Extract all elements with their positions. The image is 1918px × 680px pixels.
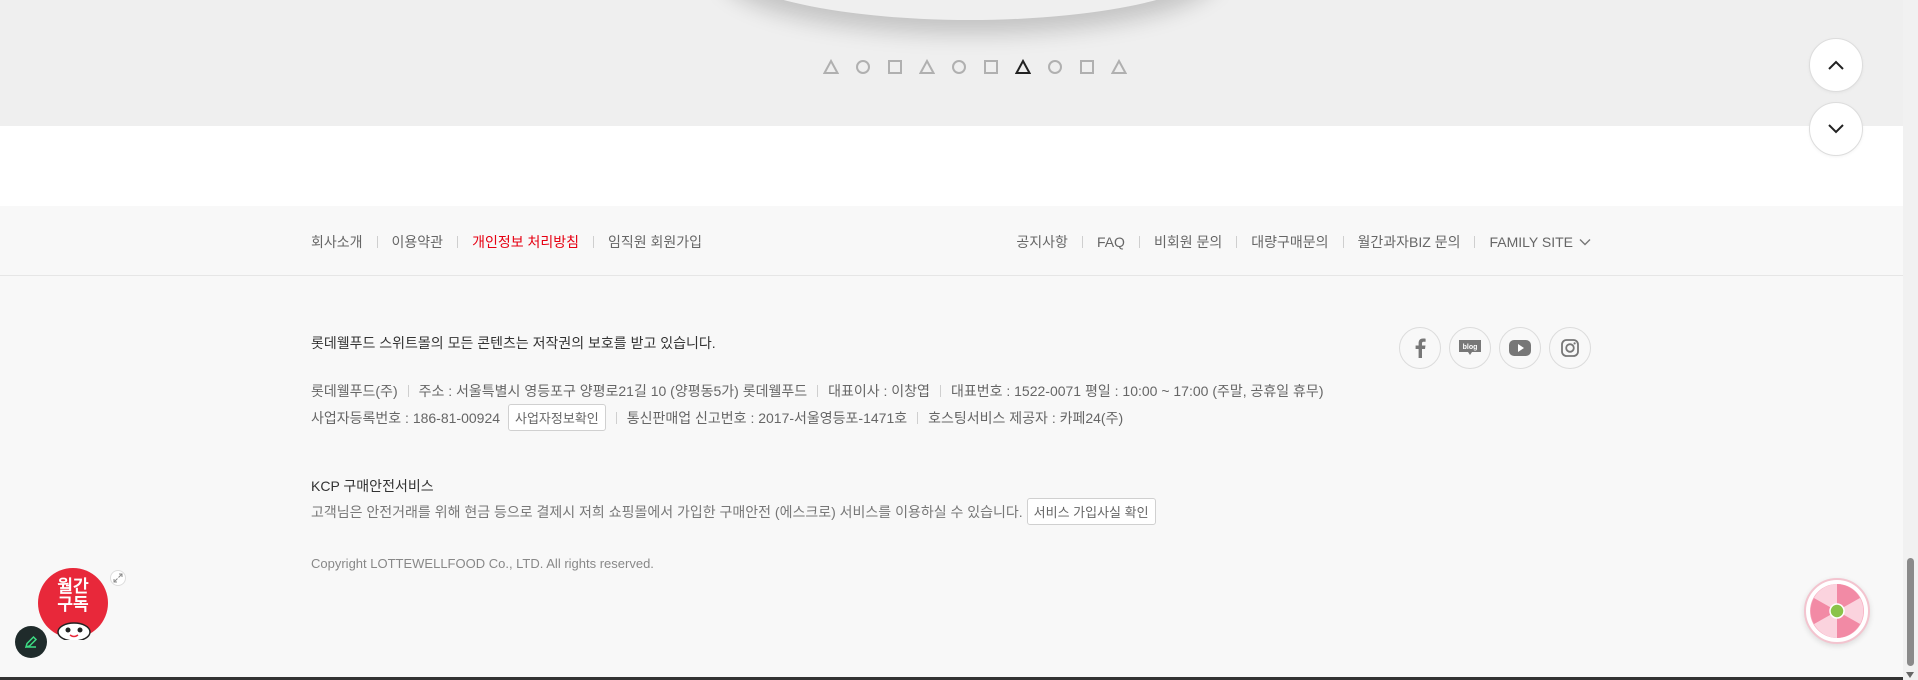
carousel-card-edge <box>720 0 1220 20</box>
roulette-icon <box>1810 584 1864 638</box>
divider <box>457 236 459 248</box>
footer-nav: 회사소개 이용약관 개인정보 처리방침 임직원 회원가입 공지사항 FAQ 비회… <box>0 206 1903 276</box>
expand-icon <box>113 573 123 583</box>
instagram-button[interactable] <box>1549 327 1591 369</box>
nav-employee-signup[interactable]: 임직원 회원가입 <box>608 232 702 252</box>
nav-faq[interactable]: FAQ <box>1097 234 1125 250</box>
carousel-pager <box>823 59 1127 75</box>
promo-line-1: 월간 <box>57 577 89 596</box>
chevron-up-icon <box>1828 60 1844 70</box>
scroll-down-arrow-icon[interactable] <box>1906 672 1914 678</box>
facebook-icon <box>1415 338 1426 358</box>
business-info-check-button[interactable]: 사업자정보확인 <box>508 404 606 431</box>
promo-expand-button[interactable] <box>110 570 126 586</box>
chevron-down-icon <box>1579 239 1591 246</box>
lucky-wheel-floating-button[interactable] <box>1804 578 1870 644</box>
nav-biz-inquiry[interactable]: 월간과자BIZ 문의 <box>1358 232 1461 252</box>
circle-icon <box>856 60 870 74</box>
footer-nav-right: 공지사항 FAQ 비회원 문의 대량구매문의 월간과자BIZ 문의 FAMILY… <box>1016 232 1591 252</box>
divider <box>1342 236 1344 248</box>
pager-dot-triangle[interactable] <box>1111 59 1127 75</box>
footer-nav-left: 회사소개 이용약관 개인정보 처리방침 임직원 회원가입 <box>311 232 702 252</box>
company-name: 롯데웰푸드(주) <box>311 383 398 399</box>
triangle-icon <box>919 59 935 74</box>
edit-floating-button[interactable] <box>15 626 47 658</box>
blog-icon: blog <box>1459 340 1481 355</box>
nav-bulk-order[interactable]: 대량구매문의 <box>1251 232 1328 252</box>
kcp-desc-text: 고객님은 안전거래를 위해 현금 등으로 결제시 저희 쇼핑몰에서 가입한 구매… <box>311 503 1023 520</box>
pager-dot-triangle[interactable] <box>1015 59 1031 75</box>
company-address: 주소 : 서울특별시 영등포구 양평로21길 10 (양평동5가) 롯데웰푸드 <box>418 383 808 399</box>
pager-dot-circle[interactable] <box>855 59 871 75</box>
company-phone: 대표번호 : 1522-0071 평일 : 10:00 ~ 17:00 (주말,… <box>950 383 1324 399</box>
divider <box>376 236 378 248</box>
pager-dot-triangle[interactable] <box>823 59 839 75</box>
triangle-icon <box>823 59 839 74</box>
business-reg-number: 사업자등록번호 : 186-81-00924 <box>311 409 501 426</box>
square-icon <box>888 60 902 74</box>
company-ceo: 대표이사 : 이창엽 <box>828 383 930 399</box>
pencil-icon <box>24 635 38 649</box>
page-scrollbar[interactable] <box>1903 0 1918 680</box>
divider <box>917 411 919 424</box>
instagram-icon <box>1561 339 1579 357</box>
divider <box>1474 236 1476 248</box>
monthly-subscription-floating-button[interactable]: 월간 구독 <box>38 568 108 640</box>
circle-icon <box>952 60 966 74</box>
divider <box>1081 236 1083 248</box>
nav-notice[interactable]: 공지사항 <box>1016 232 1068 252</box>
ecommerce-reg-number: 통신판매업 신고번호 : 2017-서울영등포-1471호 <box>626 409 908 426</box>
hosting-provider: 호스팅서비스 제공자 : 카페24(주) <box>928 409 1124 426</box>
pager-dot-triangle[interactable] <box>919 59 935 75</box>
divider <box>593 236 594 248</box>
divider <box>939 385 941 397</box>
pager-dot-square[interactable] <box>983 59 999 75</box>
svg-text:blog: blog <box>1463 344 1478 351</box>
triangle-icon <box>1111 59 1127 74</box>
youtube-button[interactable] <box>1499 327 1541 369</box>
square-icon <box>1080 60 1094 74</box>
social-links: blog <box>1399 327 1591 369</box>
company-info-line-2: 사업자등록번호 : 186-81-00924 사업자정보확인 통신판매업 신고번… <box>311 404 1123 431</box>
chevron-down-icon <box>1828 124 1844 134</box>
promo-line-2: 구독 <box>57 595 89 614</box>
nav-privacy-policy[interactable]: 개인정보 처리방침 <box>472 232 579 252</box>
spacer-band <box>0 126 1903 206</box>
divider <box>817 385 819 397</box>
square-icon <box>984 60 998 74</box>
kcp-service-check-button[interactable]: 서비스 가입사실 확인 <box>1026 498 1156 525</box>
circle-icon <box>1048 60 1062 74</box>
divider <box>407 385 409 397</box>
content-copyright-notice: 롯데웰푸드 스위트몰의 모든 콘텐츠는 저작권의 보호를 받고 있습니다. <box>311 335 716 351</box>
mascot-icon <box>57 622 91 640</box>
kcp-title: KCP 구매안전서비스 <box>311 478 434 494</box>
divider <box>1138 236 1140 248</box>
pager-dot-circle[interactable] <box>1047 59 1063 75</box>
pager-dot-square[interactable] <box>887 59 903 75</box>
triangle-icon <box>1015 59 1031 74</box>
pager-dot-square[interactable] <box>1079 59 1095 75</box>
facebook-button[interactable] <box>1399 327 1441 369</box>
blog-button[interactable]: blog <box>1449 327 1491 369</box>
carousel-area <box>0 0 1903 126</box>
scrollbar-thumb[interactable] <box>1907 558 1914 666</box>
promo-label: 월간 구독 <box>38 578 108 614</box>
nav-guest-inquiry[interactable]: 비회원 문의 <box>1154 232 1222 252</box>
kcp-description: 고객님은 안전거래를 위해 현금 등으로 결제시 저희 쇼핑몰에서 가입한 구매… <box>311 498 1156 525</box>
nav-company-intro[interactable]: 회사소개 <box>311 232 363 252</box>
scroll-bottom-button[interactable] <box>1809 102 1863 156</box>
youtube-icon <box>1509 340 1531 356</box>
divider <box>615 411 617 424</box>
divider <box>1236 236 1238 248</box>
family-site-dropdown[interactable]: FAMILY SITE <box>1489 234 1591 250</box>
company-info-line-1: 롯데웰푸드(주) 주소 : 서울특별시 영등포구 양평로21길 10 (양평동5… <box>311 381 1323 401</box>
family-site-label: FAMILY SITE <box>1489 234 1573 250</box>
copyright-text: Copyright LOTTEWELLFOOD Co., LTD. All ri… <box>311 556 654 571</box>
scroll-top-button[interactable] <box>1809 38 1863 92</box>
pager-dot-circle[interactable] <box>951 59 967 75</box>
nav-terms[interactable]: 이용약관 <box>392 232 444 252</box>
